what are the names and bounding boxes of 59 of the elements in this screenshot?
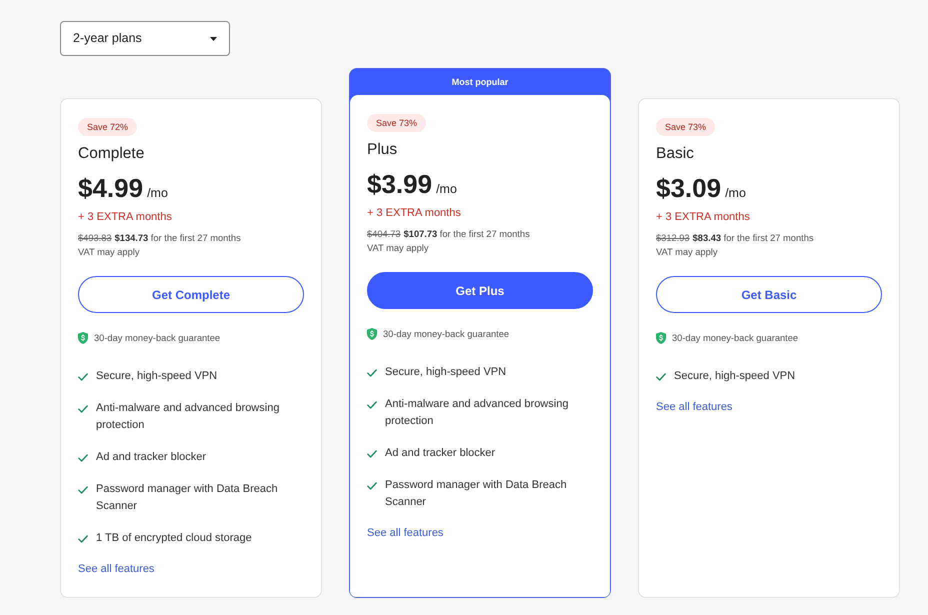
- check-icon: [78, 535, 88, 543]
- feature-text: Secure, high-speed VPN: [674, 369, 796, 384]
- original-price: $493.83: [78, 232, 112, 245]
- price-period: /mo: [147, 185, 168, 202]
- check-icon: [367, 482, 377, 490]
- check-icon: [367, 450, 377, 458]
- plan-price: $4.99: [78, 173, 144, 203]
- billing-note: $83.43 for the first 27 months: [692, 232, 814, 245]
- get-plan-button[interactable]: Get Complete: [78, 276, 304, 313]
- price-period: /mo: [436, 181, 457, 198]
- shield-dollar-icon: [656, 332, 666, 344]
- feature-text: Anti-malware and advanced browsing protection: [385, 397, 570, 429]
- feature-text: Secure, high-speed VPN: [385, 365, 506, 380]
- see-all-features-link[interactable]: See all features: [367, 525, 444, 542]
- check-icon: [78, 454, 88, 462]
- check-icon: [367, 369, 377, 377]
- feature-text: Secure, high-speed VPN: [96, 369, 218, 384]
- shield-dollar-icon: [78, 332, 88, 344]
- most-popular-label: Most popular: [452, 76, 508, 89]
- discount-badge: Save 73%: [367, 114, 426, 132]
- guarantee-text: 30-day money-back guarantee: [672, 332, 798, 345]
- discount-badge: Save 73%: [656, 118, 716, 136]
- see-all-features-link[interactable]: See all features: [656, 399, 732, 416]
- plan-period-dropdown[interactable]: 2-year plans: [60, 21, 230, 56]
- feature-text: Password manager with Data Breach Scanner: [96, 482, 279, 514]
- feature-text: 1 TB of encrypted cloud storage: [96, 531, 252, 546]
- guarantee-text: 30-day money-back guarantee: [383, 328, 510, 341]
- check-icon: [367, 401, 377, 409]
- original-price: $404.73: [367, 228, 401, 241]
- feature-text: Ad and tracker blocker: [96, 450, 206, 465]
- billing-note: $134.73 for the first 27 months: [114, 232, 241, 245]
- extra-months-offer: + 3 EXTRA months: [367, 206, 461, 221]
- check-icon: [78, 373, 88, 381]
- guarantee-text: 30-day money-back guarantee: [94, 332, 220, 345]
- vat-note: VAT may apply: [656, 246, 718, 259]
- vat-note: VAT may apply: [78, 246, 140, 259]
- plan-name: Complete: [78, 144, 144, 164]
- plan-name: Plus: [367, 140, 398, 160]
- plan-price: $3.99: [367, 169, 432, 199]
- feature-text: Ad and tracker blocker: [385, 446, 496, 461]
- feature-text: Anti-malware and advanced browsing protection: [96, 401, 280, 433]
- extra-months-offer: + 3 EXTRA months: [656, 210, 750, 225]
- extra-months-offer: + 3 EXTRA months: [78, 210, 172, 225]
- discount-badge: Save 72%: [78, 118, 138, 136]
- shield-dollar-icon: [367, 328, 377, 340]
- check-icon: [656, 373, 666, 381]
- see-all-features-link[interactable]: See all features: [78, 561, 154, 578]
- plan-price: $3.09: [656, 173, 722, 203]
- price-period: /mo: [725, 185, 746, 202]
- billing-note: $107.73 for the first 27 months: [404, 228, 530, 241]
- get-plan-button[interactable]: Get Basic: [656, 276, 882, 313]
- caret-icon: [210, 36, 217, 40]
- get-plan-button[interactable]: Get Plus: [367, 272, 593, 309]
- feature-text: Password manager with Data Breach Scanner: [385, 478, 568, 510]
- check-icon: [78, 486, 88, 494]
- check-icon: [78, 405, 88, 413]
- vat-note: VAT may apply: [367, 242, 428, 255]
- original-price: $312.93: [656, 232, 690, 245]
- plan-name: Basic: [656, 144, 694, 164]
